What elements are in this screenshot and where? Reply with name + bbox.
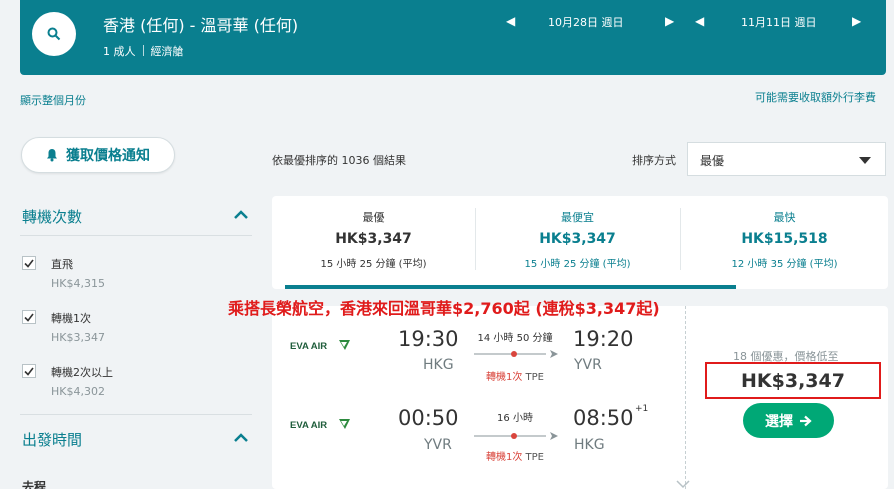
- search-button[interactable]: [32, 12, 76, 56]
- tab-best-price: HK$3,347: [335, 231, 412, 247]
- eva-air-logo: EVA AIR: [290, 419, 350, 431]
- tab-best-duration: 15 小時 25 分鐘 (平均): [320, 259, 427, 270]
- outbound-label: 去程: [22, 480, 47, 489]
- outbound-depart-time: 19:30: [398, 327, 459, 351]
- outbound-duration: 14 小時 50 分鐘: [477, 333, 553, 344]
- tab-fastest-price: HK$15,518: [741, 231, 828, 247]
- chevron-down-icon: [676, 480, 690, 489]
- chevron-up-icon[interactable]: [233, 210, 249, 220]
- plane-icon: [550, 350, 558, 358]
- inbound-arrive-airport: HKG: [574, 437, 605, 453]
- check-icon: [24, 259, 34, 268]
- stops-two-plus-label: 轉機2次以上: [51, 366, 113, 379]
- inbound-day-offset: +1: [635, 404, 649, 414]
- caret-down-icon: [859, 157, 871, 164]
- airline-logo-text: EVA AIR: [290, 341, 327, 352]
- outbound-stops-via: TPE: [525, 372, 545, 383]
- passenger-count: 1 成人: [103, 45, 136, 58]
- check-icon: [24, 313, 34, 322]
- inbound-stops-count: 轉機1次: [485, 452, 523, 463]
- search-icon: [47, 27, 61, 41]
- stops-one-checkbox[interactable]: [22, 310, 36, 324]
- inbound-duration: 16 小時: [497, 413, 533, 424]
- select-button-label: 選擇: [765, 413, 793, 430]
- inbound-stops-via: TPE: [525, 452, 545, 463]
- outbound-arrive-airport: YVR: [574, 357, 602, 373]
- tab-fastest-duration: 12 小時 35 分鐘 (平均): [731, 259, 838, 270]
- promo-annotation: 乘搭長榮航空，香港來回溫哥華$2,760起 (連稅$3,347起): [228, 299, 660, 318]
- price-highlight: HK$3,347: [705, 362, 881, 399]
- return-next-icon[interactable]: ▶: [852, 14, 861, 28]
- price-alert-button[interactable]: 獲取價格通知: [21, 137, 175, 173]
- inbound-depart-airport: YVR: [424, 437, 452, 453]
- bell-icon: [47, 149, 57, 162]
- card-price: HK$3,347: [741, 369, 845, 392]
- sort-select[interactable]: 最優: [687, 142, 886, 176]
- route-text[interactable]: 香港 (任何) - 溫哥華 (任何): [103, 12, 298, 36]
- inbound-arrive-time: 08:50: [573, 406, 634, 430]
- depart-next-icon[interactable]: ▶: [665, 14, 674, 28]
- stops-one-price: HK$3,347: [51, 331, 105, 344]
- cabin-class: 經濟艙: [150, 45, 184, 58]
- divider: [20, 414, 252, 415]
- stops-two-plus-price: HK$4,302: [51, 385, 105, 398]
- select-button[interactable]: 選擇: [743, 403, 834, 438]
- outbound-stops: 轉機1次 TPE: [472, 368, 558, 383]
- tab-fastest[interactable]: 最快 HK$15,518 12 小時 35 分鐘 (平均): [681, 196, 888, 289]
- route-line: [474, 350, 558, 358]
- eva-air-logo: EVA AIR: [290, 340, 350, 352]
- sort-tabs: 最優 HK$3,347 15 小時 25 分鐘 (平均) 最便宜 HK$3,34…: [272, 196, 888, 289]
- stops-filter-title[interactable]: 轉機次數: [22, 206, 82, 227]
- outbound-stops-count: 轉機1次: [485, 372, 523, 383]
- depart-date[interactable]: 10月28日 週日: [548, 14, 624, 30]
- show-month-link[interactable]: 顯示整個月份: [20, 92, 86, 108]
- inbound-stops: 轉機1次 TPE: [472, 448, 558, 463]
- divider: [20, 235, 252, 236]
- tab-cheapest-duration: 15 小時 25 分鐘 (平均): [524, 259, 631, 270]
- baggage-fees-link[interactable]: 可能需要收取額外行李費: [755, 89, 876, 105]
- tab-best[interactable]: 最優 HK$3,347 15 小時 25 分鐘 (平均): [272, 196, 475, 289]
- stops-nonstop-label: 直飛: [51, 258, 73, 271]
- departure-filter-title[interactable]: 出發時間: [22, 429, 82, 450]
- return-date[interactable]: 11月11日 週日: [741, 14, 817, 30]
- stops-nonstop-checkbox[interactable]: [22, 256, 36, 270]
- inbound-depart-time: 00:50: [398, 406, 459, 430]
- tab-cheapest-label: 最便宜: [561, 211, 594, 224]
- sort-label: 排序方式: [632, 154, 676, 167]
- tab-best-label: 最優: [362, 211, 385, 224]
- plane-icon: [550, 432, 558, 440]
- depart-prev-icon[interactable]: ◀: [506, 14, 515, 28]
- sort-value: 最優: [700, 154, 725, 168]
- outbound-arrive-time: 19:20: [573, 327, 634, 351]
- outbound-depart-airport: HKG: [423, 357, 454, 373]
- divider: [685, 306, 686, 489]
- search-header: 香港 (任何) - 溫哥華 (任何) 1 成人 經濟艙 ◀ 10月28日 週日 ▶…: [20, 0, 886, 75]
- route-line: [474, 432, 558, 440]
- active-tab-indicator: [285, 285, 736, 289]
- check-icon: [24, 367, 34, 376]
- stops-nonstop-price: HK$4,315: [51, 277, 105, 290]
- stops-one-label: 轉機1次: [51, 312, 91, 325]
- tab-cheapest[interactable]: 最便宜 HK$3,347 15 小時 25 分鐘 (平均): [476, 196, 679, 289]
- return-prev-icon[interactable]: ◀: [695, 14, 704, 28]
- airline-logo-text: EVA AIR: [290, 420, 327, 431]
- arrow-right-icon: [800, 415, 812, 426]
- passenger-cabin[interactable]: 1 成人 經濟艙: [103, 43, 184, 59]
- tab-fastest-label: 最快: [773, 211, 796, 224]
- price-alert-label: 獲取價格通知: [66, 148, 150, 164]
- stops-two-plus-checkbox[interactable]: [22, 364, 36, 378]
- results-summary: 依最優排序的 1036 個結果: [272, 154, 406, 167]
- chevron-up-icon[interactable]: [233, 433, 249, 443]
- tab-cheapest-price: HK$3,347: [539, 231, 616, 247]
